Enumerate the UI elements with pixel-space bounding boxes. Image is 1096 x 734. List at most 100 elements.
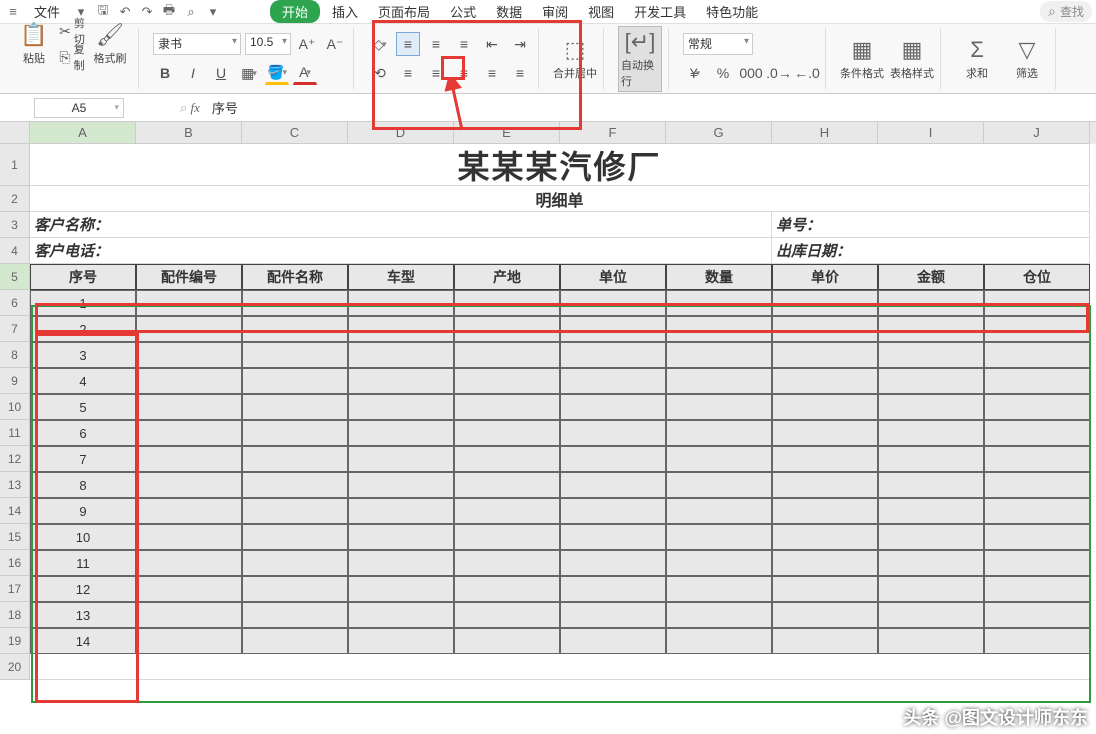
table-cell[interactable] [984,342,1090,368]
table-cell[interactable] [136,628,242,654]
table-cell[interactable] [454,472,560,498]
table-cell[interactable] [666,368,772,394]
underline-icon[interactable]: U [209,61,233,85]
font-name-select[interactable]: 隶书 [153,33,241,55]
table-cell-num[interactable]: 10 [30,524,136,550]
col-header[interactable]: G [666,122,772,144]
order-no-label[interactable]: 单号： [772,212,1090,238]
table-cell[interactable] [348,576,454,602]
table-cell[interactable] [136,524,242,550]
table-cell[interactable] [772,342,878,368]
sheet-title[interactable]: 某某某汽修厂 [30,144,1090,186]
col-header[interactable]: B [136,122,242,144]
col-header[interactable]: H [772,122,878,144]
table-cell[interactable] [136,472,242,498]
table-cell[interactable] [454,342,560,368]
table-cell[interactable] [242,472,348,498]
table-cell[interactable] [348,420,454,446]
table-cell[interactable] [560,498,666,524]
table-cell[interactable] [136,394,242,420]
table-cell-num[interactable]: 11 [30,550,136,576]
table-cell[interactable] [454,550,560,576]
row-header[interactable]: 17 [0,576,30,602]
table-cell[interactable] [666,628,772,654]
table-cell[interactable] [242,576,348,602]
tab-data[interactable]: 数据 [488,0,530,23]
table-header[interactable]: 单价 [772,264,878,290]
table-cell[interactable] [242,290,348,316]
row-header[interactable]: 9 [0,368,30,394]
increase-decimal-icon[interactable]: .0→ [767,61,791,85]
table-cell[interactable] [772,602,878,628]
table-cell[interactable] [878,602,984,628]
table-cell[interactable] [666,316,772,342]
table-cell[interactable] [772,290,878,316]
table-cell[interactable] [878,472,984,498]
sum-button[interactable]: Σ求和 [955,37,999,81]
table-cell[interactable] [560,472,666,498]
table-header[interactable]: 配件编号 [136,264,242,290]
table-cell[interactable] [878,394,984,420]
menu-icon[interactable]: ≡ [4,3,22,21]
table-header[interactable]: 数量 [666,264,772,290]
align-bottom-icon[interactable]: ≡ [452,32,476,56]
align-middle-icon[interactable]: ≡ [424,32,448,56]
table-cell[interactable] [984,446,1090,472]
table-cell[interactable] [136,576,242,602]
table-cell-num[interactable]: 3 [30,342,136,368]
font-color-icon[interactable]: A▾ [293,61,317,85]
table-cell[interactable] [984,472,1090,498]
preview-icon[interactable]: ⌕ [182,3,200,21]
row-header[interactable]: 1 [0,144,30,186]
row-header[interactable]: 4 [0,238,30,264]
table-cell[interactable] [984,420,1090,446]
table-cell[interactable] [560,316,666,342]
table-cell[interactable] [136,342,242,368]
table-cell[interactable] [242,524,348,550]
table-cell[interactable] [348,524,454,550]
table-cell[interactable] [242,550,348,576]
select-all-corner[interactable] [0,122,30,144]
cells-area[interactable]: 某某某汽修厂 明细单 客户名称： 单号： 客户电话： 出库日期： 序号配件编号配… [30,144,1090,680]
table-cell[interactable] [772,498,878,524]
table-cell[interactable] [560,602,666,628]
decrease-decimal-icon[interactable]: ←.0 [795,61,819,85]
table-cell[interactable] [348,316,454,342]
table-cell[interactable] [666,420,772,446]
number-format-select[interactable]: 常规 [683,33,753,55]
table-cell-num[interactable]: 14 [30,628,136,654]
table-cell[interactable] [454,316,560,342]
table-cell[interactable] [560,368,666,394]
sheet-subtitle[interactable]: 明细单 [30,186,1090,212]
table-cell[interactable] [242,420,348,446]
table-cell[interactable] [772,628,878,654]
table-cell[interactable] [136,446,242,472]
table-cell[interactable] [242,342,348,368]
row-header[interactable]: 2 [0,186,30,212]
table-cell[interactable] [984,498,1090,524]
table-cell[interactable] [348,368,454,394]
row-header[interactable]: 19 [0,628,30,654]
table-cell[interactable] [136,420,242,446]
currency-icon[interactable]: ¥▾ [683,61,707,85]
tab-formula[interactable]: 公式 [442,0,484,23]
more-icon[interactable]: ▾ [204,3,222,21]
percent-icon[interactable]: % [711,61,735,85]
table-cell[interactable] [348,290,454,316]
col-header[interactable]: C [242,122,348,144]
align-center-icon[interactable]: ≡ [424,61,448,85]
tab-insert[interactable]: 插入 [324,0,366,23]
table-cell[interactable] [772,316,878,342]
print-icon[interactable]: 🖶 [160,3,178,21]
table-cell[interactable] [454,394,560,420]
table-cell[interactable] [348,602,454,628]
table-cell[interactable] [454,524,560,550]
table-cell[interactable] [242,368,348,394]
tab-developer[interactable]: 开发工具 [626,0,694,23]
tab-page-layout[interactable]: 页面布局 [370,0,438,23]
table-cell[interactable] [454,446,560,472]
table-cell[interactable] [348,394,454,420]
undo-icon[interactable]: ↶ [116,3,134,21]
table-cell-num[interactable]: 8 [30,472,136,498]
redo-icon[interactable]: ↷ [138,3,156,21]
